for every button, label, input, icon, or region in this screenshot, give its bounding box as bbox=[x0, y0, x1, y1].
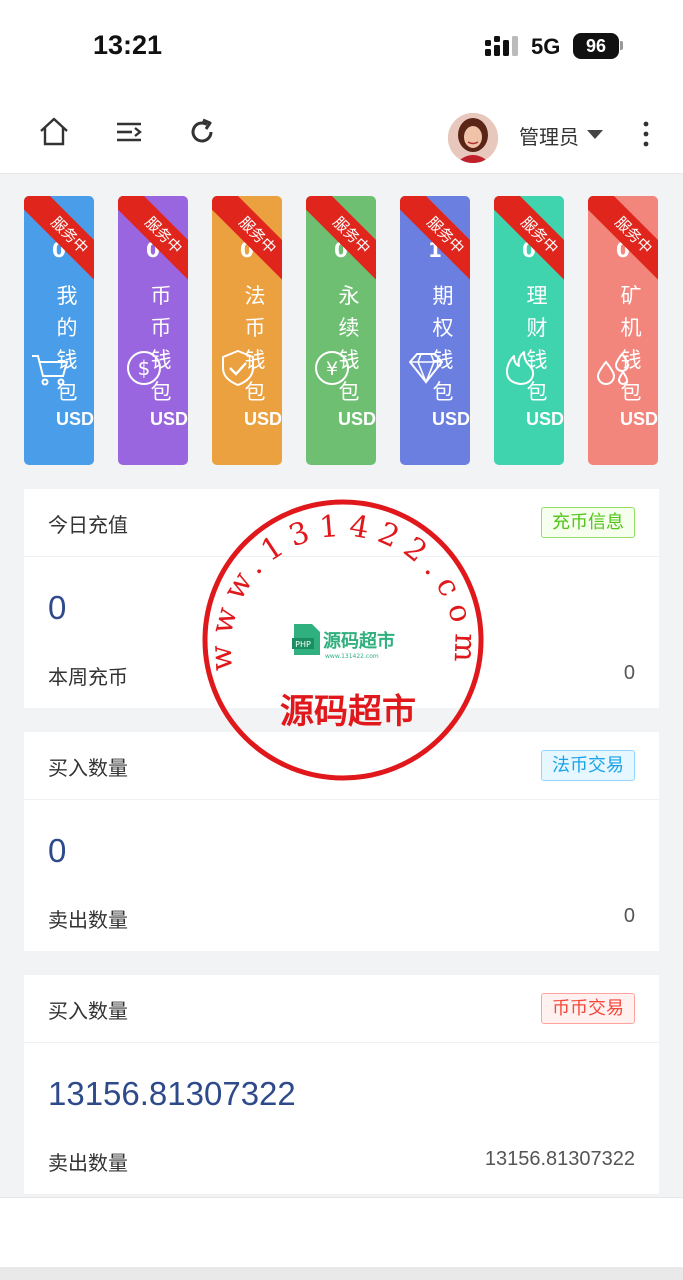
wallet-name: 理财钱包 bbox=[526, 284, 548, 404]
watermark-logo-sub: www.131422.com bbox=[325, 653, 379, 660]
wallet-card[interactable]: 0 币币钱包 $ USD 服务中 bbox=[118, 196, 188, 465]
fiat-trade-tag[interactable]: 法币交易 bbox=[541, 750, 635, 781]
wallet-unit: USD bbox=[526, 409, 564, 429]
panel-value: 0 bbox=[48, 832, 67, 869]
menu-collapse-icon[interactable] bbox=[113, 116, 145, 148]
wallet-row: 0 我的钱包 USD 服务中 0 币币钱包 $ USD 服务中 0 法币钱包 U… bbox=[0, 196, 683, 466]
panel-sub-value: 0 bbox=[623, 905, 635, 927]
wallet-name: 永续钱包 bbox=[338, 284, 360, 404]
wallet-name: 我的钱包 bbox=[56, 284, 78, 404]
battery-indicator: 96 bbox=[573, 33, 619, 59]
watermark-logo-text: 源码超市 bbox=[323, 630, 395, 652]
wallet-unit: USD bbox=[56, 409, 94, 429]
panel-value: 13156.81307322 bbox=[48, 1075, 296, 1112]
wallet-unit: USD bbox=[338, 409, 376, 429]
user-name[interactable]: 管理员 bbox=[519, 121, 579, 150]
watermark-name: 源码超市 bbox=[280, 692, 416, 732]
home-icon[interactable] bbox=[38, 116, 70, 148]
yen-coin-icon: ¥ bbox=[315, 351, 349, 385]
panel-sub-label: 卖出数量 bbox=[48, 908, 128, 932]
dollar-coin-icon: $ bbox=[127, 351, 161, 385]
wallet-card[interactable]: 0 我的钱包 USD 服务中 bbox=[24, 196, 94, 465]
chevron-down-icon[interactable] bbox=[587, 130, 603, 139]
more-vertical-icon[interactable] bbox=[636, 118, 656, 150]
wallet-unit: USD bbox=[244, 409, 282, 429]
status-time: 13:21 bbox=[93, 30, 163, 60]
svg-text:$: $ bbox=[138, 356, 151, 380]
flame-icon bbox=[505, 351, 535, 385]
panel-sub-value: 13156.81307322 bbox=[484, 1148, 635, 1170]
panel-title: 买入数量 bbox=[48, 756, 128, 780]
watermark-stamp: www.131422.com 源码超市 PHP 源码超市 www.131422.… bbox=[202, 499, 484, 781]
wallet-unit: USD bbox=[150, 409, 188, 429]
watermark-logo: PHP 源码超市 www.131422.com bbox=[292, 624, 395, 660]
refresh-icon[interactable] bbox=[186, 116, 218, 148]
wallet-unit: USD bbox=[620, 409, 658, 429]
coin-trade-tag[interactable]: 币币交易 bbox=[541, 993, 635, 1024]
wallet-card[interactable]: 0 理财钱包 USD 服务中 bbox=[494, 196, 564, 465]
wallet-name: 币币钱包 bbox=[150, 284, 172, 404]
svg-text:PHP: PHP bbox=[295, 640, 311, 649]
panel-sub-label: 本周充币 bbox=[48, 665, 128, 689]
wallet-card[interactable]: 0 矿机钱包 USD 服务中 bbox=[588, 196, 658, 465]
wallet-name: 法币钱包 bbox=[244, 284, 266, 404]
drops-icon bbox=[596, 352, 630, 385]
panel-header: 买入数量 币币交易 bbox=[24, 975, 659, 1043]
panel-title: 今日充值 bbox=[48, 513, 128, 537]
wallet-card[interactable]: 0 法币钱包 USD 服务中 bbox=[212, 196, 282, 465]
coin-trade-panel: 买入数量 币币交易 13156.81307322 卖出数量 13156.8130… bbox=[24, 975, 659, 1194]
network-type: 5G bbox=[531, 34, 561, 59]
battery-tip bbox=[620, 41, 623, 50]
status-bar: 13:21 5G 96 bbox=[0, 0, 683, 90]
footer-bar bbox=[0, 1197, 683, 1267]
home-indicator bbox=[0, 1267, 683, 1280]
wallet-name: 矿机钱包 bbox=[620, 284, 642, 404]
panel-title: 买入数量 bbox=[48, 999, 128, 1023]
wallet-name: 期权钱包 bbox=[432, 284, 454, 404]
app-header: 管理员 bbox=[0, 90, 683, 174]
panel-sub-label: 卖出数量 bbox=[48, 1151, 128, 1175]
wallet-card[interactable]: 1 期权钱包 USD 服务中 bbox=[400, 196, 470, 465]
panel-value: 0 bbox=[48, 589, 67, 626]
shield-check-icon bbox=[222, 349, 254, 387]
avatar[interactable] bbox=[448, 113, 498, 163]
cart-icon bbox=[32, 355, 69, 386]
svg-text:¥: ¥ bbox=[326, 358, 338, 380]
recharge-info-tag[interactable]: 充币信息 bbox=[541, 507, 635, 538]
wallet-card[interactable]: 0 永续钱包 ¥ USD 服务中 bbox=[306, 196, 376, 465]
diamond-icon bbox=[409, 353, 443, 385]
panel-sub-value: 0 bbox=[623, 662, 635, 684]
wallet-unit: USD bbox=[432, 409, 470, 429]
signal-icon bbox=[485, 36, 518, 56]
